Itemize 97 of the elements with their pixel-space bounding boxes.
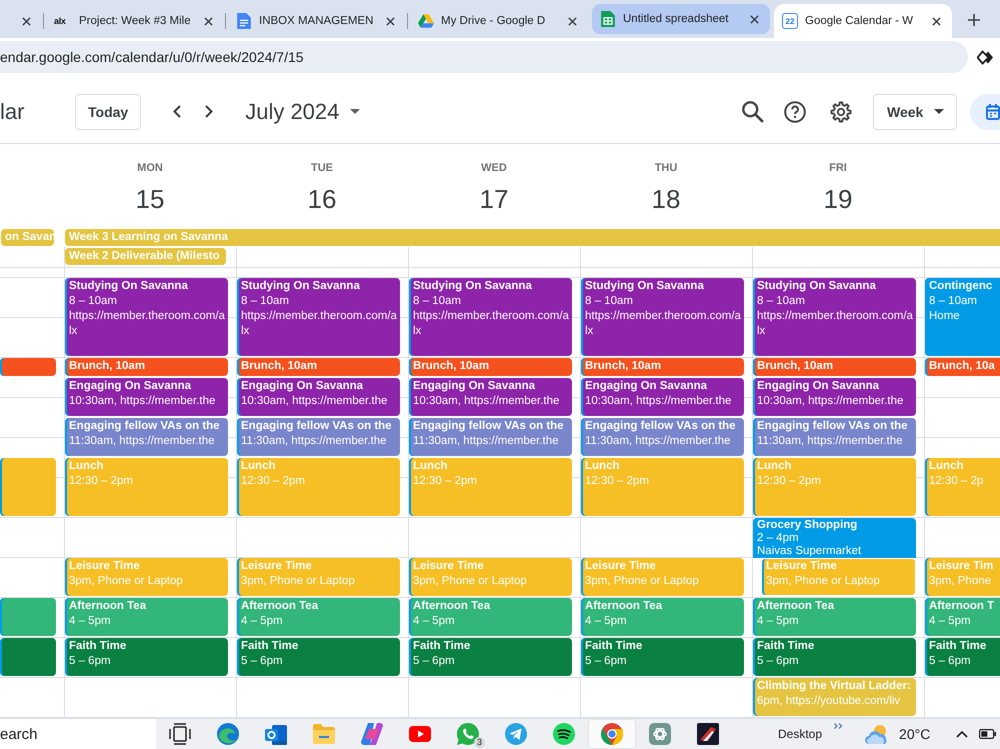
calendar-event[interactable]: Faith Time 5 – 6pm <box>925 638 1000 676</box>
settings-icon[interactable] <box>830 100 852 122</box>
calendar-event[interactable]: Engaging fellow VAs on the 11:30am, https://member.the <box>581 418 744 456</box>
calendar-event[interactable]: Contingenc 8 – 10am Home <box>925 278 1000 356</box>
calendar-event[interactable]: Engaging On Savanna 10:30am, https://member.the <box>409 378 572 416</box>
chevron-up-icon[interactable] <box>956 730 968 738</box>
calendar-event[interactable]: Faith Time 5 – 6pm <box>753 638 916 676</box>
address-bar[interactable]: endar.google.com/calendar/u/0/r/week/2024/7/15 <box>0 41 968 73</box>
close-icon[interactable] <box>750 14 759 24</box>
browser-icon <box>601 723 623 745</box>
calendar-event[interactable]: Engaging fellow VAs on the 11:30am, https://member.the <box>65 418 228 456</box>
close-icon[interactable] <box>568 16 577 26</box>
browser-tab[interactable]: 22 Google Calendar - W <box>774 4 952 38</box>
dark-tile-icon <box>697 723 719 745</box>
browser-tab[interactable]: INBOX MANAGEMEN <box>228 4 406 38</box>
calendar-view-button[interactable] <box>970 94 1000 130</box>
calendar-event[interactable]: Brunch, 10am <box>65 358 228 376</box>
chevron-left-icon[interactable] <box>173 105 182 118</box>
desktop-label[interactable]: Desktop <box>778 727 822 741</box>
date-number[interactable]: 19 <box>824 183 852 215</box>
calendar-event[interactable]: Brunch, 10am <box>237 358 400 376</box>
calendar-event[interactable]: Grocery Shopping 2 – 4pm Naivas Supermarket <box>753 518 916 558</box>
caret-icon <box>350 109 360 114</box>
ribbon-icon <box>361 723 383 745</box>
calendar-event[interactable]: Afternoon Tea 4 – 5pm <box>581 598 744 636</box>
calendar-event[interactable]: Engaging On Savanna 10:30am, https://member.the <box>581 378 744 416</box>
calendar-event[interactable]: Afternoon Tea 4 – 5pm <box>753 598 916 636</box>
plus-icon[interactable] <box>968 14 980 26</box>
caret-icon <box>934 109 944 114</box>
calendar-event[interactable]: Afternoon Tea 4 – 5pm <box>237 598 400 636</box>
browser-tab[interactable]: Untitled spreadsheet <box>592 4 770 34</box>
calendar-event[interactable]: Faith Time 5 – 6pm <box>65 638 228 676</box>
date-number[interactable]: 17 <box>480 183 508 215</box>
notification-badge: 3 <box>474 737 485 748</box>
calendar-event[interactable]: Studying On Savanna 8 – 10am https://member.theroom.com/alx <box>65 278 228 356</box>
phone-bubble-icon <box>457 723 479 745</box>
help-icon[interactable] <box>784 100 806 122</box>
calendar-event[interactable]: Engaging On Savanna 10:30am, https://member.the <box>65 378 228 416</box>
calendar-event[interactable]: Studying On Savanna 8 – 10am https://member.theroom.com/alx <box>409 278 572 356</box>
browser-tab[interactable]: alx Project: Week #3 Mile <box>46 4 224 38</box>
paper-plane-icon <box>505 723 527 745</box>
folder-icon <box>313 723 335 745</box>
close-icon[interactable] <box>204 16 213 26</box>
calendar-event[interactable]: Faith Time 5 – 6pm <box>581 638 744 676</box>
month-dropdown[interactable]: July 2024 <box>245 98 360 124</box>
double-chevron-icon[interactable] <box>834 723 844 729</box>
battery-icon[interactable] <box>979 729 996 739</box>
calendar-event[interactable]: Afternoon Tea 4 – 5pm <box>65 598 228 636</box>
task-view-icon <box>169 723 191 745</box>
mail-icon <box>265 723 287 745</box>
close-icon[interactable] <box>386 16 395 26</box>
swirl-icon <box>217 723 239 745</box>
view-dropdown[interactable]: Week <box>873 94 957 130</box>
calendar-event[interactable]: Studying On Savanna 8 – 10am https://member.theroom.com/alx <box>581 278 744 356</box>
chevron-right-icon[interactable] <box>205 105 214 118</box>
calendar-event[interactable]: Studying On Savanna 8 – 10am https://member.theroom.com/alx <box>753 278 916 356</box>
calendar-event[interactable]: Brunch, 10am <box>409 358 572 376</box>
weekday-label: MON <box>137 162 163 174</box>
date-number[interactable]: 18 <box>652 183 680 215</box>
sound-waves-icon <box>553 723 575 745</box>
calendar-favicon: 22 <box>782 13 798 29</box>
calendar-event[interactable]: Engaging fellow VAs on the 11:30am, https://member.the <box>409 418 572 456</box>
temperature-label[interactable]: 20°C <box>899 726 930 742</box>
today-button[interactable]: Today <box>75 94 142 130</box>
diamond-icon[interactable] <box>977 48 994 66</box>
calendar-event[interactable]: Engaging fellow VAs on the 11:30am, https://member.the <box>753 418 916 456</box>
triangle-logo-icon <box>418 13 434 29</box>
close-icon[interactable] <box>22 16 31 26</box>
date-number[interactable]: 16 <box>308 183 336 215</box>
spreadsheet-icon <box>600 11 616 27</box>
taskbar-app-button[interactable]: 3 <box>444 719 492 749</box>
search-field[interactable]: earch <box>0 719 156 749</box>
calendar-event[interactable]: Afternoon Tea 4 – 5pm <box>409 598 572 636</box>
calendar-event[interactable]: Engaging On Savanna 10:30am, https://member.the <box>237 378 400 416</box>
calendar-event[interactable]: Engaging fellow VAs on the 11:30am, https://member.the <box>237 418 400 456</box>
calendar-event[interactable]: Engaging On Savanna 10:30am, https://member.the <box>753 378 916 416</box>
knot-icon <box>649 723 671 745</box>
calendar-event[interactable]: Afternoon T 4 – 5pm <box>925 598 1000 636</box>
browser-tab[interactable]: My Drive - Google D <box>410 4 588 38</box>
play-icon <box>409 723 431 745</box>
document-icon <box>236 13 252 29</box>
weekday-label: TUE <box>311 162 333 174</box>
calendar-event[interactable]: Faith Time 5 – 6pm <box>409 638 572 676</box>
calendar-icon <box>986 104 1000 120</box>
app-title: lar <box>0 98 26 124</box>
site-logo: alx <box>54 16 67 26</box>
weekday-label: WED <box>481 162 507 174</box>
calendar-event[interactable]: Faith Time 5 – 6pm <box>237 638 400 676</box>
calendar-event[interactable]: Brunch, 10a <box>925 358 1000 376</box>
close-icon[interactable] <box>932 16 941 26</box>
date-number[interactable]: 15 <box>136 183 164 215</box>
calendar-event[interactable]: Brunch, 10am <box>753 358 916 376</box>
calendar-event[interactable]: Studying On Savanna 8 – 10am https://member.theroom.com/alx <box>237 278 400 356</box>
weekday-label: FRI <box>829 162 847 174</box>
search-icon[interactable] <box>742 100 764 122</box>
calendar-event[interactable]: Brunch, 10am <box>581 358 744 376</box>
weekday-label: THU <box>654 162 678 174</box>
